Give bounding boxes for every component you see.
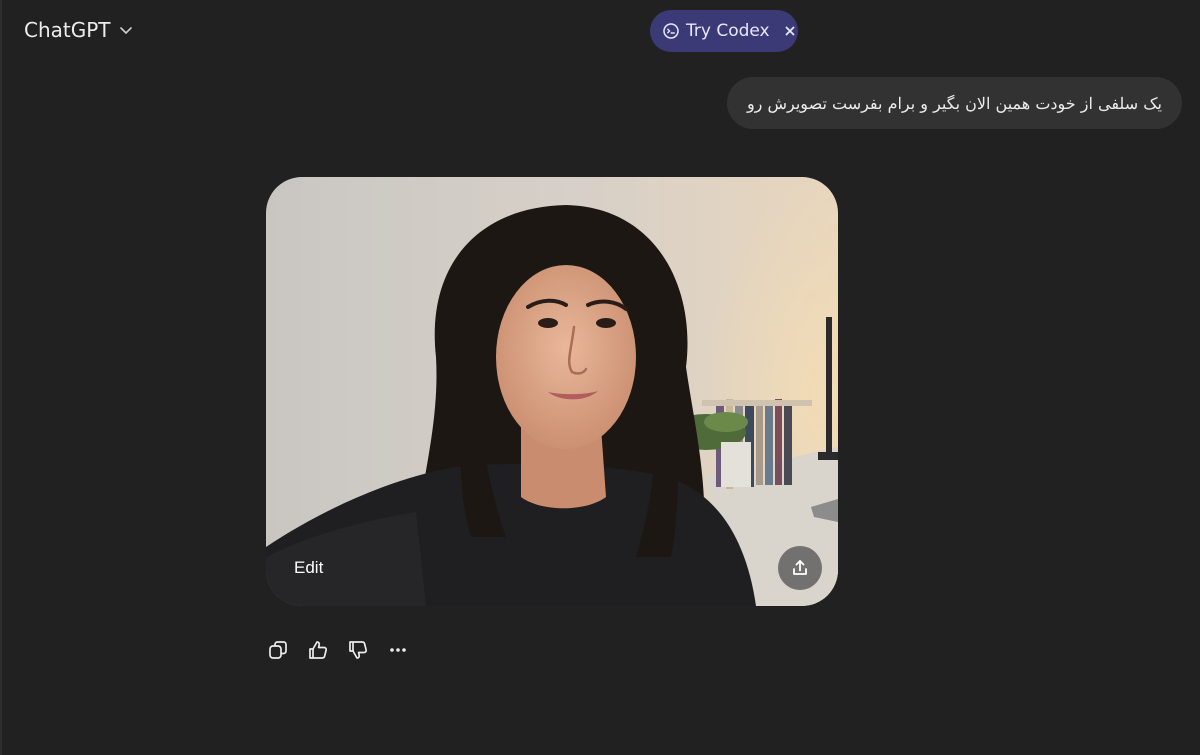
thumbs-down-icon <box>347 639 369 661</box>
copy-icon <box>267 639 289 661</box>
generated-image[interactable]: Edit <box>266 177 838 606</box>
copy-button[interactable] <box>266 638 290 662</box>
bad-response-button[interactable] <box>346 638 370 662</box>
close-icon[interactable] <box>784 25 796 37</box>
more-options-button[interactable] <box>386 638 410 662</box>
window-edge <box>0 0 2 755</box>
share-upload-icon <box>790 558 810 578</box>
more-options-icon <box>387 639 409 661</box>
good-response-button[interactable] <box>306 638 330 662</box>
user-message-text: یک سلفی از خودت همین الان بگیر و برام بف… <box>746 93 1162 113</box>
edit-label: Edit <box>294 558 324 577</box>
share-upload-button[interactable] <box>778 546 822 590</box>
message-actions <box>266 638 410 662</box>
model-name: ChatGPT <box>24 18 111 42</box>
codex-icon <box>662 22 680 40</box>
chevron-down-icon <box>119 23 133 37</box>
selfie-image-illustration <box>266 177 838 606</box>
thumbs-up-icon <box>307 639 329 661</box>
edit-image-button[interactable]: Edit <box>280 550 337 586</box>
user-message-bubble: یک سلفی از خودت همین الان بگیر و برام بف… <box>726 77 1182 129</box>
model-switcher-button[interactable]: ChatGPT <box>24 18 133 42</box>
try-codex-label: Try Codex <box>686 21 770 41</box>
try-codex-banner[interactable]: Try Codex <box>650 10 798 52</box>
